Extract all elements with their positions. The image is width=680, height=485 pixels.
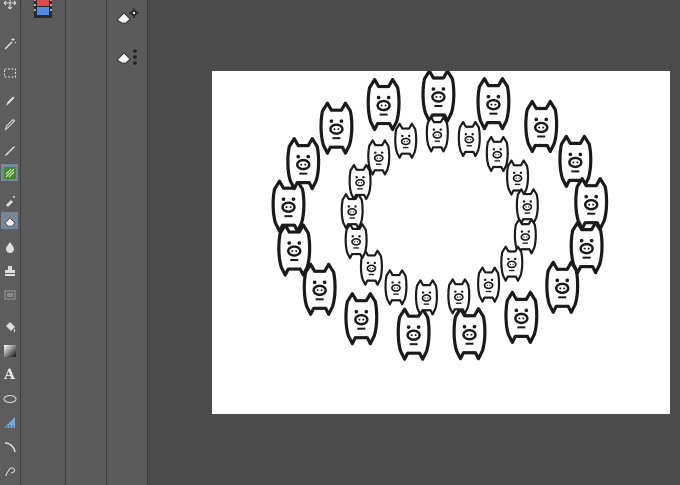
wand-icon: [3, 37, 16, 50]
inner-ring-pig: [447, 278, 471, 315]
pattern-tool[interactable]: [1, 164, 18, 181]
inner-ring-pig: [340, 193, 364, 230]
droplet-icon: [5, 241, 14, 253]
gradient-tool[interactable]: [1, 342, 18, 359]
tool-palette: A: [0, 0, 21, 485]
eraser-gear-icon[interactable]: [115, 6, 141, 28]
gradient-icon: [3, 344, 16, 357]
frame-tool[interactable]: [1, 286, 18, 303]
inner-ring-pig: [477, 266, 501, 303]
outer-ring-pig: [396, 307, 431, 361]
inner-ring-pig: [414, 279, 439, 316]
eraser-tool[interactable]: [1, 212, 18, 229]
ruler-icon: [3, 416, 15, 428]
outer-ring-pig: [344, 292, 379, 346]
eraser-icon: [4, 217, 15, 226]
brush-tool[interactable]: [1, 142, 18, 159]
outer-ring-pig: [271, 179, 306, 233]
fill-tool[interactable]: [1, 318, 18, 335]
marquee-tool[interactable]: [1, 64, 18, 81]
text-tool[interactable]: A: [1, 366, 18, 383]
stamp-icon: [4, 265, 15, 276]
drop-tool[interactable]: [1, 238, 18, 255]
inner-ring-pig: [348, 163, 372, 201]
lasso-tool[interactable]: [1, 462, 18, 479]
outer-ring-pig: [524, 99, 559, 154]
move-icon: [3, 0, 16, 9]
pig-stamp-pattern: [271, 71, 609, 361]
pen-tool[interactable]: [1, 92, 18, 109]
stamp-tool[interactable]: [1, 262, 18, 279]
outer-ring-pig: [286, 137, 321, 191]
ellipse-icon: [3, 394, 16, 403]
outer-ring-pig: [558, 134, 593, 188]
curve-tool[interactable]: [1, 438, 18, 455]
bucket-icon: [5, 321, 15, 332]
inner-ring-pig: [506, 159, 530, 196]
outer-ring-pig: [366, 77, 401, 132]
outer-ring-pig: [319, 101, 354, 155]
inner-ring-pig: [367, 139, 391, 176]
inner-ring-pig: [344, 223, 368, 260]
text-icon: A: [4, 366, 15, 383]
eraser-dots-icon[interactable]: [115, 45, 141, 69]
inner-ring-pig: [425, 116, 449, 153]
outer-ring-pig: [302, 262, 337, 316]
lasso-icon: [5, 466, 15, 476]
outer-ring-pig: [545, 260, 580, 314]
drawing-canvas[interactable]: [212, 71, 670, 414]
outer-ring-pig: [574, 177, 609, 231]
inner-ring-pig: [384, 269, 408, 306]
outer-ring-pig: [421, 71, 456, 123]
pencil-icon: [4, 118, 15, 131]
outer-ring-pig: [476, 77, 511, 131]
marquee-icon: [3, 68, 16, 77]
move-tool[interactable]: [1, 0, 18, 11]
inner-ring-pig: [515, 188, 539, 225]
tool-property-panel: [107, 0, 148, 485]
outer-ring-pig: [452, 307, 487, 361]
airbrush-icon: [5, 195, 15, 207]
outer-ring-pig: [504, 290, 539, 344]
inner-ring-pig: [500, 245, 524, 282]
frame-icon: [4, 290, 15, 299]
ruler-tool[interactable]: [1, 414, 18, 431]
outer-ring-pig: [277, 223, 312, 277]
inner-ring-pig: [394, 122, 418, 159]
inner-ring-pig: [457, 120, 481, 158]
curve-icon: [4, 441, 16, 452]
airbrush-tool[interactable]: [1, 192, 18, 209]
film-layer-icon[interactable]: [33, 0, 53, 18]
pencil-tool[interactable]: [1, 115, 18, 132]
inner-ring-pig: [485, 135, 509, 173]
outer-ring-pig: [569, 221, 604, 275]
ellipse-tool[interactable]: [1, 390, 18, 407]
wand-tool[interactable]: [1, 35, 18, 52]
brush-icon: [4, 145, 15, 156]
sub-tool-panel: [66, 0, 107, 485]
layer-panel: [21, 0, 66, 485]
pattern-icon: [3, 166, 16, 179]
pen-icon: [5, 96, 14, 106]
